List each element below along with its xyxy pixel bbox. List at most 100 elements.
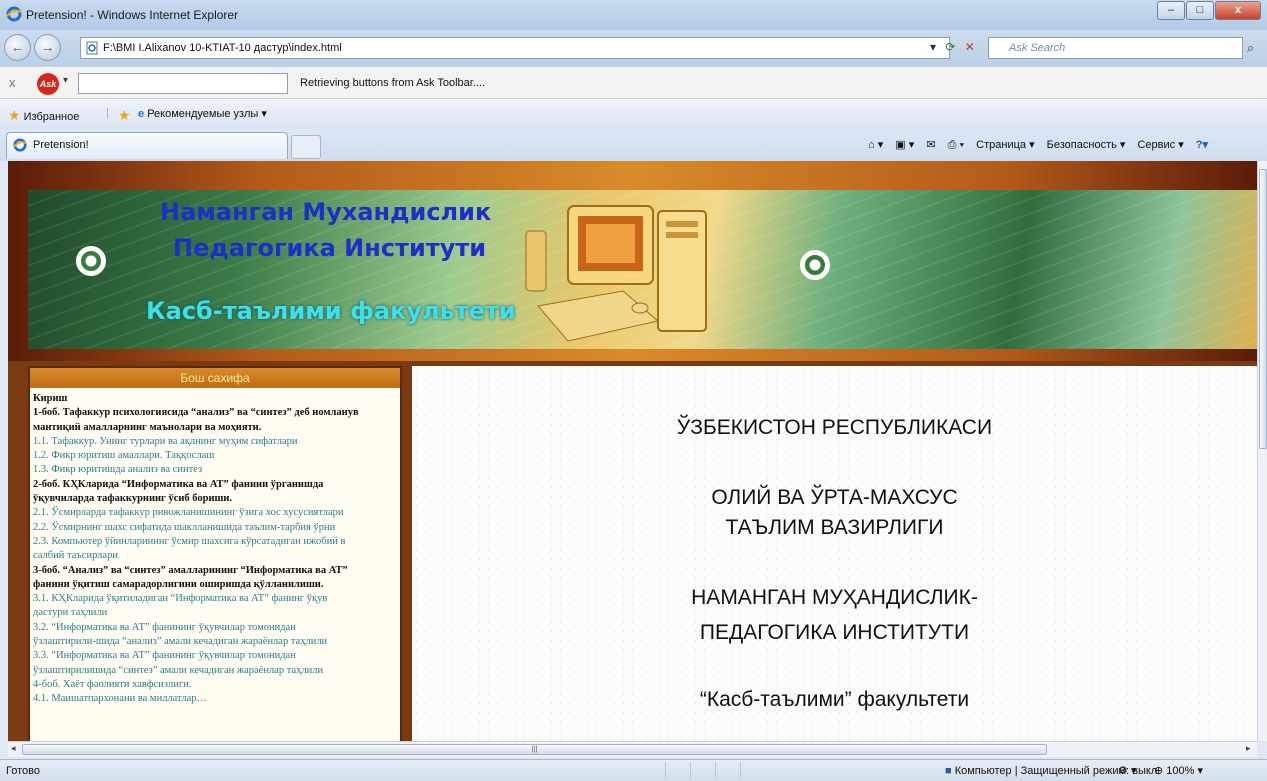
- toc-heading: 2-боб. КҲКларида “Информатика ва АТ” фан…: [33, 478, 324, 490]
- toc-link[interactable]: 1.1. Тафаккур. Унинг турлари ва ақлнинг …: [33, 435, 397, 449]
- banner-title-line1: Наманган Мухандислик: [160, 198, 492, 226]
- dropdown-icon[interactable]: ▾: [930, 40, 936, 54]
- toc-heading: 1-боб. Тафаккур психологиясида “анализ” …: [33, 407, 359, 419]
- window-controls: – □ x: [1156, 1, 1261, 20]
- sidebar-nav: Бош сахифа Кириш 1-боб. Тафаккур психолог…: [28, 366, 402, 741]
- vertical-scrollbar[interactable]: [1257, 161, 1267, 741]
- toc-link[interactable]: ўзлаштирилишида “синтез” амали кечадиган…: [33, 664, 397, 678]
- address-url: F:\BMI I.Alixanov 10-KTIAT-10 дастур\ind…: [103, 42, 342, 54]
- toc-link[interactable]: 3.1. КҲКларида ўқитиладиган “Информатика…: [33, 592, 397, 606]
- ie-logo-icon: [13, 138, 27, 152]
- computer-icon: ■: [945, 765, 952, 777]
- sidebar-home-link[interactable]: Бош сахифа: [30, 368, 400, 388]
- toolbar-close-icon[interactable]: x: [9, 75, 16, 90]
- tab-pretension[interactable]: Pretension!: [6, 132, 288, 159]
- tab-row: Pretension! ⌂ ▾ ▣ ▾ ✉ ⎙ ▾ Страница ▾ Без…: [0, 129, 1267, 161]
- status-bar: Готово ■ Компьютер | Защищенный режим: в…: [0, 759, 1267, 781]
- add-favorite-icon[interactable]: ★: [118, 107, 131, 124]
- title-bar: Pretension! - Windows Internet Explorer …: [0, 0, 1267, 30]
- ask-search-input[interactable]: [78, 73, 288, 94]
- main-panel: ЎЗБЕКИСТОН РЕСПУБЛИКАСИ ОЛИЙ ВА ЎРТА-МАХ…: [412, 366, 1257, 741]
- zoom-level[interactable]: ⊕ 100% ▾: [1154, 764, 1203, 777]
- favorites-bar: ★ Избранное | ★ e Рекомендуемые узлы ▾: [0, 99, 1267, 129]
- page-icon: [86, 41, 98, 55]
- banner-title-line2: Педагогика Институти: [173, 234, 487, 262]
- favorites-label: Избранное: [23, 111, 80, 123]
- toc-link[interactable]: салбий таъсирлари: [33, 549, 397, 563]
- site-banner: Наманган Мухандислик Педагогика Институт…: [28, 190, 1257, 349]
- main-line-institute-1: НАМАНГАН МУҲАНДИСЛИК-: [691, 586, 978, 609]
- toc-link[interactable]: 2.1. Ўсмирларда тафаккур ривожланишининг…: [33, 506, 397, 520]
- feeds-icon[interactable]: ▣ ▾: [895, 139, 914, 151]
- zoom-icon: ⊕: [1154, 765, 1164, 777]
- main-line-ministry-1: ОЛИЙ ВА ЎРТА-МАХСУС: [711, 486, 958, 509]
- computer-illustration-icon: [525, 205, 707, 342]
- main-line-faculty: “Касб-таълими” факультети: [699, 688, 970, 711]
- toc-link[interactable]: дастури таҳлили: [33, 606, 397, 620]
- main-line-ministry-2: ТАЪЛИМ ВАЗИРЛИГИ: [725, 516, 944, 539]
- page-menu[interactable]: Страница ▾: [976, 139, 1034, 151]
- horizontal-scroll-thumb[interactable]: |||: [22, 744, 1047, 755]
- toc-link[interactable]: 4.1. Маишатпархонани ва миллатлар…: [33, 692, 397, 706]
- ask-status-text: Retrieving buttons from Ask Toolbar....: [300, 77, 486, 89]
- window-title: Pretension! - Windows Internet Explorer: [26, 8, 239, 22]
- ask-logo-icon[interactable]: Ask: [37, 73, 59, 95]
- print-icon[interactable]: ⎙ ▾: [948, 139, 964, 151]
- scroll-right-icon[interactable]: ▸: [1246, 743, 1251, 754]
- vertical-scroll-thumb[interactable]: [1259, 169, 1267, 449]
- help-icon[interactable]: ?▾: [1196, 139, 1208, 151]
- refresh-icon[interactable]: ⟳: [945, 40, 955, 54]
- forward-button[interactable]: →: [34, 34, 61, 61]
- favorites-star-icon: ★: [8, 107, 21, 123]
- toc-link[interactable]: 4-боб. Хаёт фаолияти хавфсизлиги.: [33, 678, 397, 692]
- search-icon[interactable]: ⌕: [1247, 40, 1254, 56]
- status-ready: Готово: [6, 765, 40, 777]
- toc-link[interactable]: 1.3. Фикр юритишда анализ ва синтез: [33, 463, 397, 477]
- ask-dropdown-icon[interactable]: ▾: [63, 75, 68, 86]
- minimize-button[interactable]: –: [1157, 1, 1185, 20]
- main-line-institute-2: ПЕДАГОГИКА ИНСТИТУТИ: [699, 621, 970, 644]
- mail-icon[interactable]: ✉: [926, 139, 935, 151]
- toc-link[interactable]: ўзлаштирили-шида “анализ” амали кечадига…: [33, 635, 397, 649]
- separator: |: [106, 107, 109, 119]
- table-of-contents: Кириш 1-боб. Тафаккур психологиясида “ана…: [30, 388, 400, 711]
- banner-ring-icon: [76, 246, 106, 276]
- protected-mode-icon[interactable]: ⚙ ▾: [1118, 764, 1136, 777]
- ie-logo-icon: [6, 6, 22, 22]
- back-button[interactable]: ←: [4, 34, 31, 61]
- toc-heading: мантиқий амалларнинг маънолари ва моҳият…: [33, 421, 262, 433]
- main-line-republic: ЎЗБЕКИСТОН РЕСПУБЛИКАСИ: [676, 416, 993, 439]
- ie-page-icon: e: [138, 108, 145, 120]
- search-input[interactable]: Ask Search: [988, 37, 1243, 59]
- forward-arrow-icon: →: [40, 39, 55, 55]
- new-tab-button[interactable]: [291, 135, 321, 159]
- toc-link[interactable]: 2.2. Ўсмирнинг шахс сифатида шаклланишид…: [33, 521, 397, 535]
- back-arrow-icon: ←: [10, 39, 25, 55]
- banner-ring-icon: [800, 250, 830, 280]
- maximize-button[interactable]: □: [1186, 1, 1214, 20]
- stop-icon[interactable]: ✕: [965, 40, 975, 54]
- browser-window: Pretension! - Windows Internet Explorer …: [0, 0, 1267, 781]
- address-input[interactable]: F:\BMI I.Alixanov 10-KTIAT-10 дастур\ind…: [80, 37, 950, 59]
- tab-title: Pretension!: [33, 139, 89, 151]
- safety-menu[interactable]: Безопасность ▾: [1047, 139, 1126, 151]
- suggested-sites-label: Рекомендуемые узлы ▾: [147, 108, 267, 120]
- toc-heading: фанини ўқитиш самарадорлигини оширишда қ…: [33, 578, 324, 590]
- toc-link[interactable]: 1.2. Фикр юритиш амаллари. Таққослаш: [33, 449, 397, 463]
- favorites-button[interactable]: ★ Избранное: [8, 107, 79, 124]
- home-icon[interactable]: ⌂ ▾: [868, 139, 883, 151]
- address-tools: ▾ ⟳ ✕: [930, 40, 975, 54]
- tools-menu[interactable]: Сервис ▾: [1137, 139, 1183, 151]
- toc-heading: 3-боб. “Анализ” ва “синтез” амалларининг…: [33, 564, 348, 576]
- ask-toolbar: x Ask ▾ Retrieving buttons from Ask Tool…: [0, 66, 1267, 99]
- search-placeholder: Ask Search: [1009, 42, 1066, 54]
- toc-link[interactable]: 2.3. Компьютер ўйинларининг ўсмир шахсиг…: [33, 535, 397, 549]
- web-content: Наманган Мухандислик Педагогика Институт…: [8, 161, 1257, 741]
- toc-link[interactable]: 3.2. “Информатика ва АТ” фанининг ўқувчи…: [33, 621, 397, 635]
- banner-faculty: Касб-таълими факультети: [146, 297, 516, 325]
- close-button[interactable]: x: [1215, 1, 1261, 20]
- toc-link[interactable]: 3.3. “Информатика ва АТ” фанининг ўқувчи…: [33, 649, 397, 663]
- scroll-left-icon[interactable]: ◂: [11, 743, 16, 754]
- horizontal-scrollbar[interactable]: ◂ ||| ▸: [8, 741, 1257, 757]
- suggested-sites-button[interactable]: e Рекомендуемые узлы ▾: [138, 107, 267, 120]
